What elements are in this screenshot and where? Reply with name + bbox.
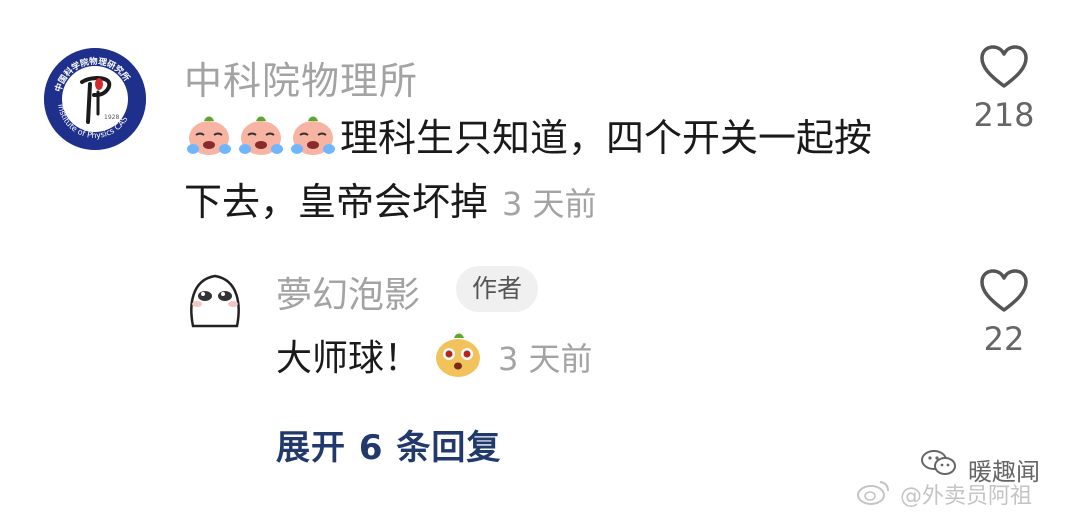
expand-replies-button[interactable]: 展开 6 条回复 (276, 420, 501, 469)
heart-outline-icon (980, 45, 1028, 88)
heart-outline-icon (980, 269, 1028, 312)
weibo-icon (856, 478, 890, 506)
replier-avatar[interactable] (183, 266, 247, 330)
reply-like-count: 22 (983, 320, 1025, 358)
replier-name[interactable]: 夢幻泡影 (276, 266, 420, 318)
reply-time: 3 天前 (498, 340, 593, 378)
author-badge: 作者 (456, 266, 539, 312)
commenter-name[interactable]: 中科院物理所 (184, 50, 418, 105)
reply-like-button[interactable]: 22 (969, 268, 1039, 358)
white-blob-avatar-icon (190, 274, 240, 328)
crying-peach-emoji-icon (236, 109, 286, 159)
reply-text-content: 大师球！ (276, 338, 421, 379)
shocked-peach-emoji-icon (432, 328, 484, 380)
comment-like-count: 218 (973, 96, 1035, 134)
crying-peach-emoji-icon (184, 109, 234, 159)
crying-peach-emoji-icon (288, 109, 338, 159)
institute-of-physics-cas-logo-icon: 1928 中国科学院物理研究所 Institute of Physics CAS (44, 48, 146, 150)
wechat-icon (920, 448, 958, 478)
comment-text: 理科生只知道，四个开关一起按 下去，皇帝会坏掉 3 天前 (184, 106, 934, 236)
commenter-avatar[interactable]: 1928 中国科学院物理研究所 Institute of Physics CAS (44, 48, 146, 150)
comment-text-line2: 下去，皇帝会坏掉 (184, 180, 489, 224)
reply-text: 大师球！ 3 天前 (276, 328, 593, 387)
svg-text:1928: 1928 (104, 114, 119, 121)
weibo-watermark: @外卖员阿祖 (900, 484, 1033, 509)
comment-like-button[interactable]: 218 (969, 44, 1039, 134)
comment-time: 3 天前 (502, 185, 597, 223)
comment-text-line1: 理科生只知道，四个开关一起按 (340, 116, 873, 160)
